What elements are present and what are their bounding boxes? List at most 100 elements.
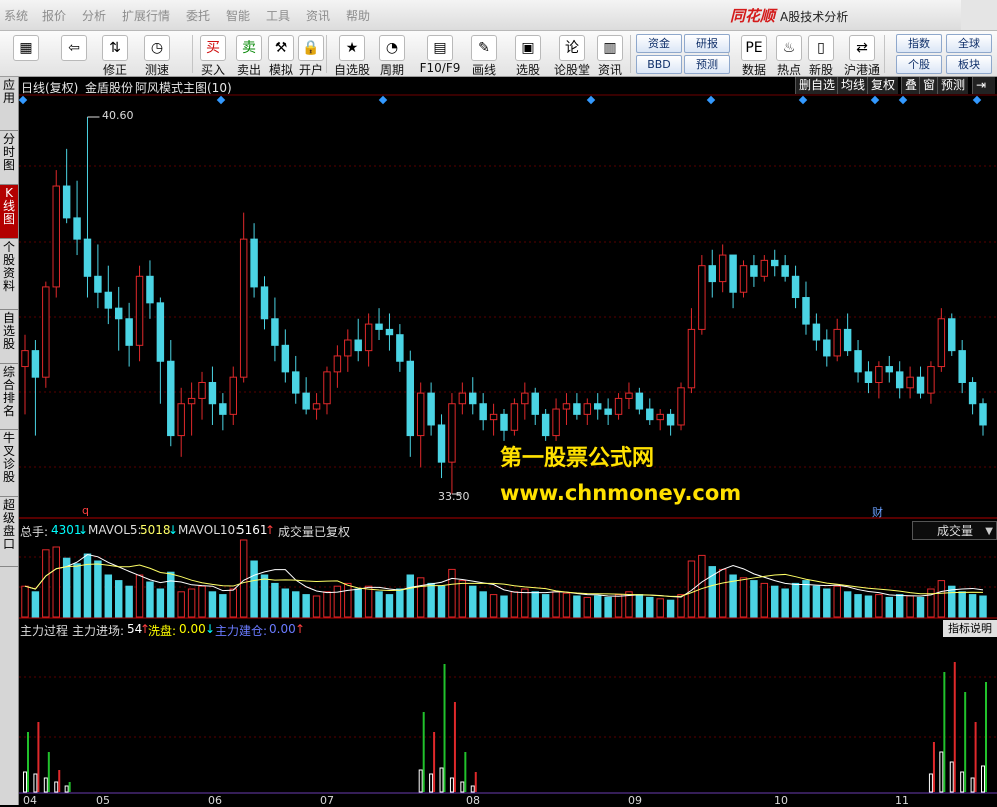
candle-body	[333, 355, 342, 373]
candle-body	[916, 376, 925, 394]
toolbar-button-star-folder[interactable]: ★ 自选股	[332, 33, 372, 77]
index-button[interactable]: 指数	[896, 34, 942, 53]
volume-bar	[156, 588, 165, 618]
event-diamond	[586, 95, 596, 105]
candle-body	[604, 408, 612, 415]
overlay-button[interactable]: 叠	[901, 77, 921, 94]
side-tab-6[interactable]: 牛叉诊股	[0, 430, 18, 497]
window-button[interactable]: 窗	[919, 77, 939, 94]
toolbar-button-lock[interactable]: 🔒 开户	[296, 33, 326, 77]
toolbar-button-label: 自选股	[333, 63, 370, 77]
menu-tools[interactable]: 工具	[266, 7, 290, 24]
side-tab-5[interactable]: 综合排名	[0, 364, 18, 430]
volume-bar	[833, 585, 841, 618]
toolbar-button-new-stock[interactable]: ▯ 新股	[806, 33, 836, 77]
research-button[interactable]: 研报	[684, 34, 730, 53]
toolbar-button-hammer[interactable]: ⚒ 模拟	[266, 33, 296, 77]
adjust-price-button[interactable]: 复权	[867, 77, 899, 94]
moving-average-button[interactable]: 均线	[837, 77, 869, 94]
toolbar-button-clock-cycle[interactable]: ◔ 周期	[374, 33, 410, 77]
down-arrow-icon: ↓	[205, 622, 216, 636]
bbd-button[interactable]: BBD	[636, 55, 682, 74]
toolbar-button-forum[interactable]: 论论股堂	[552, 33, 592, 77]
toolbar-button-speed[interactable]: ◷ 测速	[140, 33, 174, 77]
candle-body	[843, 328, 852, 352]
toolbar-button-pe[interactable]: PE 数据	[738, 33, 770, 77]
toolbar-button-news[interactable]: ▥ 资讯	[596, 33, 624, 77]
volume-bar	[271, 582, 279, 618]
volume-bar	[385, 594, 394, 618]
toolbar-button-pen[interactable]: ✎ 画线	[466, 33, 502, 77]
toolbar-button-hk-connect[interactable]: ⇄ 沪港通	[842, 33, 882, 77]
volume-indicator-select[interactable]: 成交量 ▼	[912, 521, 997, 540]
volume-bar	[750, 580, 758, 618]
toolbar-button-updown-arrow[interactable]: ⇅ 修正	[98, 33, 132, 77]
menu-system[interactable]: 系统	[4, 7, 28, 24]
global-button[interactable]: 全球	[946, 34, 992, 53]
volume-bar	[979, 595, 987, 618]
menu-bar: 系统 报价 分析 扩展行情 委托 智能 工具 资讯 帮助 同花顺 A股技术分析	[0, 0, 997, 31]
forecast-data-button[interactable]: 预测	[684, 55, 730, 74]
volume-bar	[562, 592, 571, 618]
menu-news[interactable]: 资讯	[306, 7, 330, 24]
side-tab-7[interactable]: 超级盘口	[0, 497, 18, 567]
buy-icon: 买	[200, 35, 226, 61]
mavol5-label: MAVOL5:	[88, 523, 142, 537]
volume-bar	[521, 588, 529, 618]
stock-button[interactable]: 个股	[896, 55, 942, 74]
side-tab-0[interactable]: 应用	[0, 77, 18, 131]
app-logo: 同花顺	[730, 7, 776, 25]
menu-quotes[interactable]: 报价	[42, 7, 66, 24]
volume-bar	[573, 595, 581, 618]
fund-button[interactable]: 资金	[636, 34, 682, 53]
side-tab-1[interactable]: 分时图	[0, 131, 18, 185]
candle-body	[292, 371, 300, 394]
forecast-button[interactable]: 预测	[937, 77, 969, 94]
wash-label: 洗盘:	[148, 624, 177, 638]
volume-bar	[958, 591, 966, 618]
toolbar-button-chart-select[interactable]: ▣ 选股	[510, 33, 546, 77]
toolbar-button-sell[interactable]: 卖卖出	[234, 33, 264, 77]
toolbar-button-windows[interactable]: ▦	[8, 33, 44, 74]
toolbar-button-f10[interactable]: ▤ F10/F9	[418, 33, 462, 75]
candle-body	[187, 397, 196, 405]
watermark-url: www.chnmoney.com	[500, 481, 742, 505]
toolbar-button-label: 周期	[379, 63, 404, 77]
volume-bar	[406, 574, 415, 618]
toolbar-button-back-arrow[interactable]: ⇦	[56, 33, 92, 74]
stock-name: 金盾股份	[85, 81, 134, 95]
menu-smart[interactable]: 智能	[226, 7, 250, 24]
toolbar-button-label: 开户	[298, 63, 323, 77]
candle-body	[927, 366, 935, 394]
menu-order[interactable]: 委托	[186, 7, 210, 24]
menu-extended-quotes[interactable]: 扩展行情	[122, 7, 170, 24]
menu-analysis[interactable]: 分析	[82, 7, 106, 24]
speed-icon: ◷	[144, 35, 170, 61]
exit-arrow-icon[interactable]: ⇥	[972, 77, 995, 94]
candle-body	[364, 323, 373, 352]
side-tab-4[interactable]: 自选股	[0, 310, 18, 364]
side-tab-2[interactable]: K线图	[0, 185, 18, 239]
candle-body	[885, 366, 894, 373]
volume-bar	[635, 594, 644, 618]
window-controls[interactable]	[961, 0, 997, 30]
candle-body	[906, 376, 914, 389]
pen-icon: ✎	[471, 35, 497, 61]
sector-button[interactable]: 板块	[946, 55, 992, 74]
side-tab-3[interactable]: 个股资料	[0, 239, 18, 310]
delete-watchlist-button[interactable]: 删自选	[795, 77, 839, 94]
candle-body	[73, 217, 81, 240]
candle-body	[125, 318, 133, 346]
candle-body	[31, 350, 40, 378]
toolbar-button-hot[interactable]: ♨ 热点	[774, 33, 804, 77]
volume-bar	[229, 588, 237, 618]
toolbar-button-buy[interactable]: 买买入	[198, 33, 228, 77]
toolbar-button-label: 热点	[776, 63, 801, 77]
candle-body	[500, 413, 508, 431]
candle-body	[646, 408, 654, 421]
indicator-help-button[interactable]: 指标说明	[943, 620, 997, 637]
indicator-white-bar	[33, 773, 38, 793]
mavol5-value: 5018	[140, 523, 171, 537]
menu-help[interactable]: 帮助	[346, 7, 370, 24]
volume-bar	[791, 582, 800, 618]
